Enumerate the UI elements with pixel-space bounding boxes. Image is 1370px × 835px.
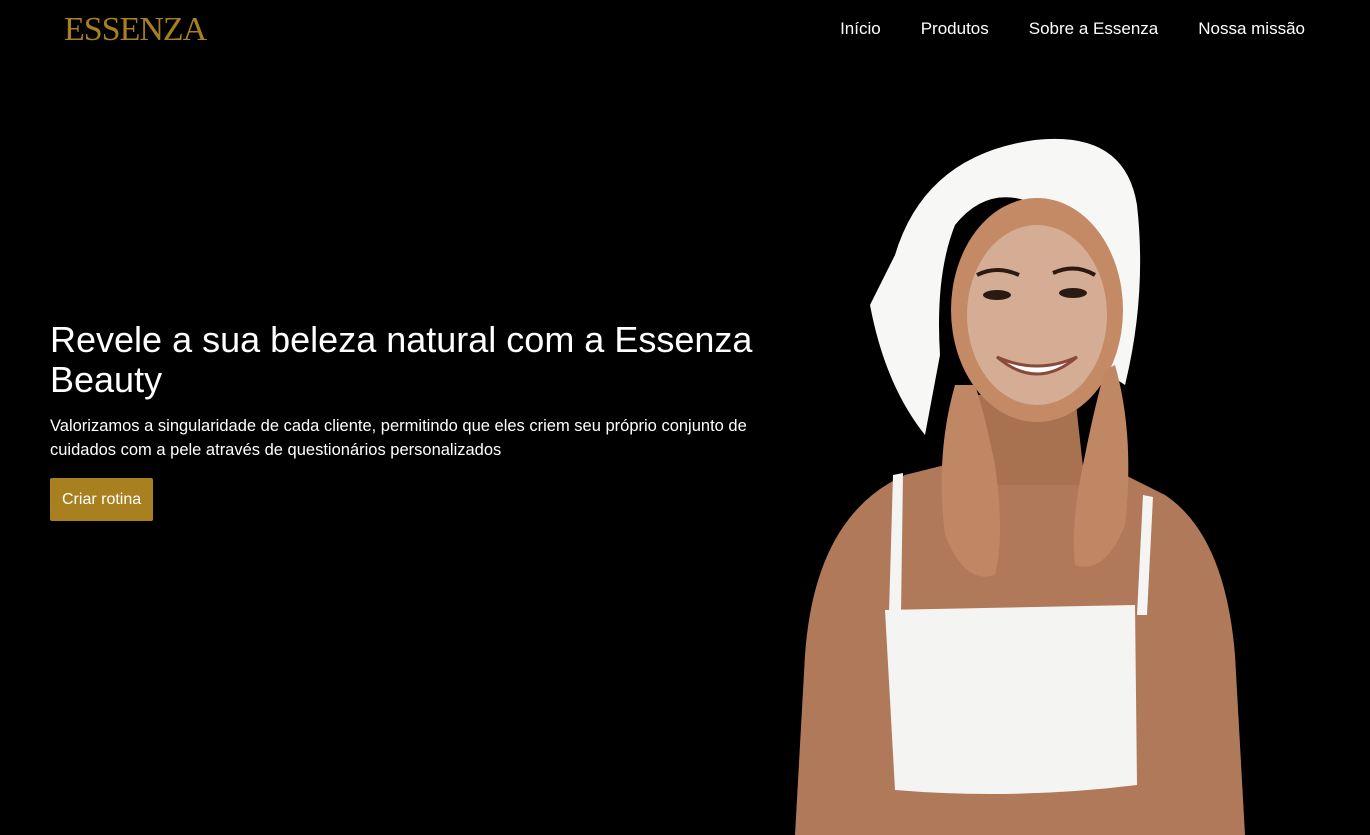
- hero-title: Revele a sua beleza natural com a Essenz…: [50, 319, 753, 400]
- nav-item-missao[interactable]: Nossa missão: [1198, 19, 1305, 39]
- nav-item-produtos[interactable]: Produtos: [921, 19, 989, 39]
- create-routine-button[interactable]: Criar rotina: [50, 478, 154, 521]
- brand-logo[interactable]: ESSENZA: [64, 12, 207, 48]
- nav-item-inicio[interactable]: Início: [840, 19, 881, 39]
- face-foam: [967, 225, 1107, 405]
- hero-woman-photo: [795, 138, 1245, 835]
- right-eye: [1059, 288, 1087, 298]
- hero-section: Revele a sua beleza natural com a Essenz…: [50, 320, 770, 521]
- white-top: [885, 605, 1137, 794]
- nav-item-sobre[interactable]: Sobre a Essenza: [1029, 19, 1158, 39]
- left-eye: [983, 290, 1011, 300]
- hero-subtitle: Valorizamos a singularidade de cada clie…: [50, 417, 747, 459]
- main-nav: Início Produtos Sobre a Essenza Nossa mi…: [840, 19, 1305, 39]
